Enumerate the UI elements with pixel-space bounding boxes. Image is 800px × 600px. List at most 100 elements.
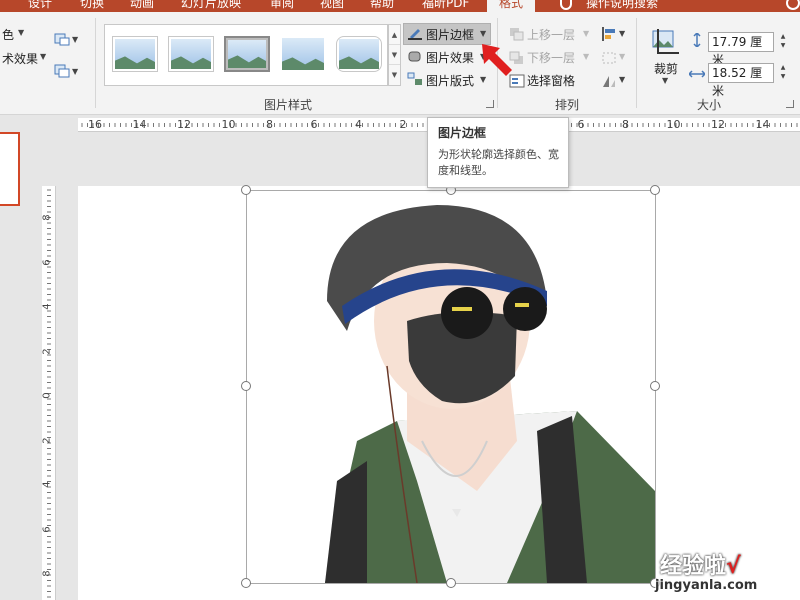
tab-slideshow[interactable]: 幻灯片放映	[181, 0, 241, 11]
tooltip-title: 图片边框	[438, 126, 487, 140]
chevron-down-icon: ▼	[619, 29, 626, 38]
picture-style-thumb[interactable]	[280, 36, 326, 72]
ribbon: 色 ▼ 术效果 ▼ ▼ ▼ ▲ ▼ ▼ 图片边框 ▼ 图片效果 ▼ 图片版式 ▼…	[0, 12, 800, 115]
shape-width-input[interactable]: 18.52 厘米	[708, 63, 774, 98]
ruler-number: 6	[41, 258, 53, 266]
ruler-number: 14	[132, 118, 147, 131]
bring-forward-icon	[510, 28, 524, 41]
ruler-number: 12	[177, 118, 191, 131]
lightbulb-icon	[560, 0, 572, 10]
tooltip-body: 为形状轮廓选择颜色、宽度和线型。	[438, 148, 559, 177]
picture-style-thumb[interactable]	[168, 36, 214, 72]
slide-thumbnail[interactable]	[0, 132, 20, 206]
tab-review[interactable]: 审阅	[270, 0, 294, 11]
tab-design[interactable]: 设计	[28, 0, 52, 11]
selection-pane-icon	[509, 74, 525, 88]
ruler-number: 2	[399, 118, 407, 131]
artistic-effects-button[interactable]: 术效果	[2, 50, 38, 67]
picture-layout-icon	[407, 72, 422, 85]
ruler-number: 6	[577, 118, 585, 131]
ruler-number: 8	[41, 214, 53, 221]
ruler-number: 6	[41, 525, 53, 533]
picture-layout-button[interactable]: 图片版式	[426, 72, 474, 89]
align-icon[interactable]	[601, 27, 617, 41]
chevron-down-icon: ▼	[619, 75, 626, 84]
chevron-down-icon: ▼	[480, 29, 487, 38]
width-spinner[interactable]: ▲ ▼	[776, 63, 790, 83]
gallery-scroll[interactable]: ▲ ▼ ▼	[388, 24, 401, 86]
tab-help[interactable]: 帮助	[370, 0, 394, 11]
ruler-number: 0	[41, 392, 53, 399]
ruler-number: 10	[221, 118, 236, 131]
change-picture-icon[interactable]	[54, 64, 70, 78]
dialog-launcher-icon[interactable]	[786, 100, 794, 108]
gallery-up-icon[interactable]: ▲	[389, 25, 400, 45]
picture-style-thumb[interactable]	[112, 36, 158, 72]
picture-style-thumb[interactable]	[336, 36, 382, 72]
crop-icon	[652, 29, 679, 54]
crop-button[interactable]: 裁剪	[654, 60, 678, 77]
chevron-down-icon: ▼	[18, 28, 25, 37]
ribbon-tab-bar: 设计 切换 动画 幻灯片放映 审阅 视图 帮助 福昕PDF 格式 操作说明搜索	[0, 0, 800, 12]
tab-format[interactable]: 格式	[487, 0, 536, 12]
vertical-ruler: 8 6 4 2 0 2 4 6 8	[42, 186, 56, 600]
color-button[interactable]: 色	[2, 26, 14, 43]
chevron-down-icon: ▼	[40, 52, 47, 61]
ruler-number: 8	[266, 118, 273, 131]
ruler-number: 2	[41, 436, 53, 444]
bring-forward-button[interactable]: 上移一层	[527, 26, 575, 43]
resize-handle[interactable]	[241, 185, 251, 195]
resize-handle[interactable]	[241, 381, 251, 391]
picture-border-button[interactable]: 图片边框	[426, 26, 474, 43]
tab-animations[interactable]: 动画	[130, 0, 154, 11]
compress-pictures-icon[interactable]	[54, 32, 70, 46]
shape-height-input[interactable]: 17.79 厘米	[708, 32, 774, 67]
pen-icon	[408, 29, 422, 40]
chevron-down-icon: ▼	[72, 35, 79, 44]
group-objects-icon[interactable]	[601, 51, 617, 65]
send-backward-button[interactable]: 下移一层	[527, 49, 575, 66]
arrange-group-label: 排列	[555, 98, 580, 112]
ruler-number: 6	[310, 118, 318, 131]
ruler-number: 8	[41, 570, 53, 577]
tab-transitions[interactable]: 切换	[80, 0, 104, 11]
send-backward-icon	[509, 51, 523, 64]
resize-handle[interactable]	[650, 185, 660, 195]
picture-styles-gallery	[104, 24, 388, 86]
shape-height-icon	[693, 33, 701, 47]
ruler-number: 16	[88, 118, 102, 131]
resize-handle[interactable]	[650, 381, 660, 391]
size-group-label: 大小	[697, 98, 722, 112]
picture-border-tooltip: 图片边框 为形状轮廓选择颜色、宽度和线型。	[427, 117, 569, 188]
dialog-launcher-icon[interactable]	[486, 100, 494, 108]
height-spinner[interactable]: ▲ ▼	[776, 32, 790, 52]
ruler-number: 10	[666, 118, 681, 131]
tab-foxit-pdf[interactable]: 福昕PDF	[422, 0, 469, 11]
ruler-number: 8	[622, 118, 629, 131]
user-icon[interactable]	[786, 0, 800, 10]
picture-effects-icon	[408, 51, 421, 62]
group-separator	[636, 18, 637, 108]
ruler-number: 4	[41, 481, 53, 488]
ruler-number: 2	[41, 347, 53, 355]
picture-effects-button[interactable]: 图片效果	[426, 49, 474, 66]
ruler-number: 4	[355, 118, 362, 131]
watermark-url: jingyanla.com	[655, 578, 758, 593]
watermark-logo: 经验啦√	[660, 554, 741, 579]
resize-handle[interactable]	[241, 578, 251, 588]
gallery-more-icon[interactable]: ▼	[389, 65, 400, 85]
ruler-number: 12	[711, 118, 725, 131]
picture-styles-group-label: 图片样式	[264, 98, 313, 112]
ruler-number: 4	[41, 303, 53, 310]
shape-width-icon	[689, 70, 705, 78]
gallery-down-icon[interactable]: ▼	[389, 45, 400, 65]
tell-me-search[interactable]: 操作说明搜索	[586, 0, 658, 11]
tab-view[interactable]: 视图	[320, 0, 344, 11]
selection-pane-button[interactable]: 选择窗格	[527, 72, 575, 89]
rotate-icon[interactable]	[601, 74, 617, 88]
resize-handle[interactable]	[446, 578, 456, 588]
chevron-down-icon: ▼	[583, 29, 590, 38]
picture-style-thumb-selected[interactable]	[224, 36, 270, 72]
selected-picture[interactable]	[241, 185, 660, 588]
chevron-down-icon: ▼	[662, 76, 669, 85]
